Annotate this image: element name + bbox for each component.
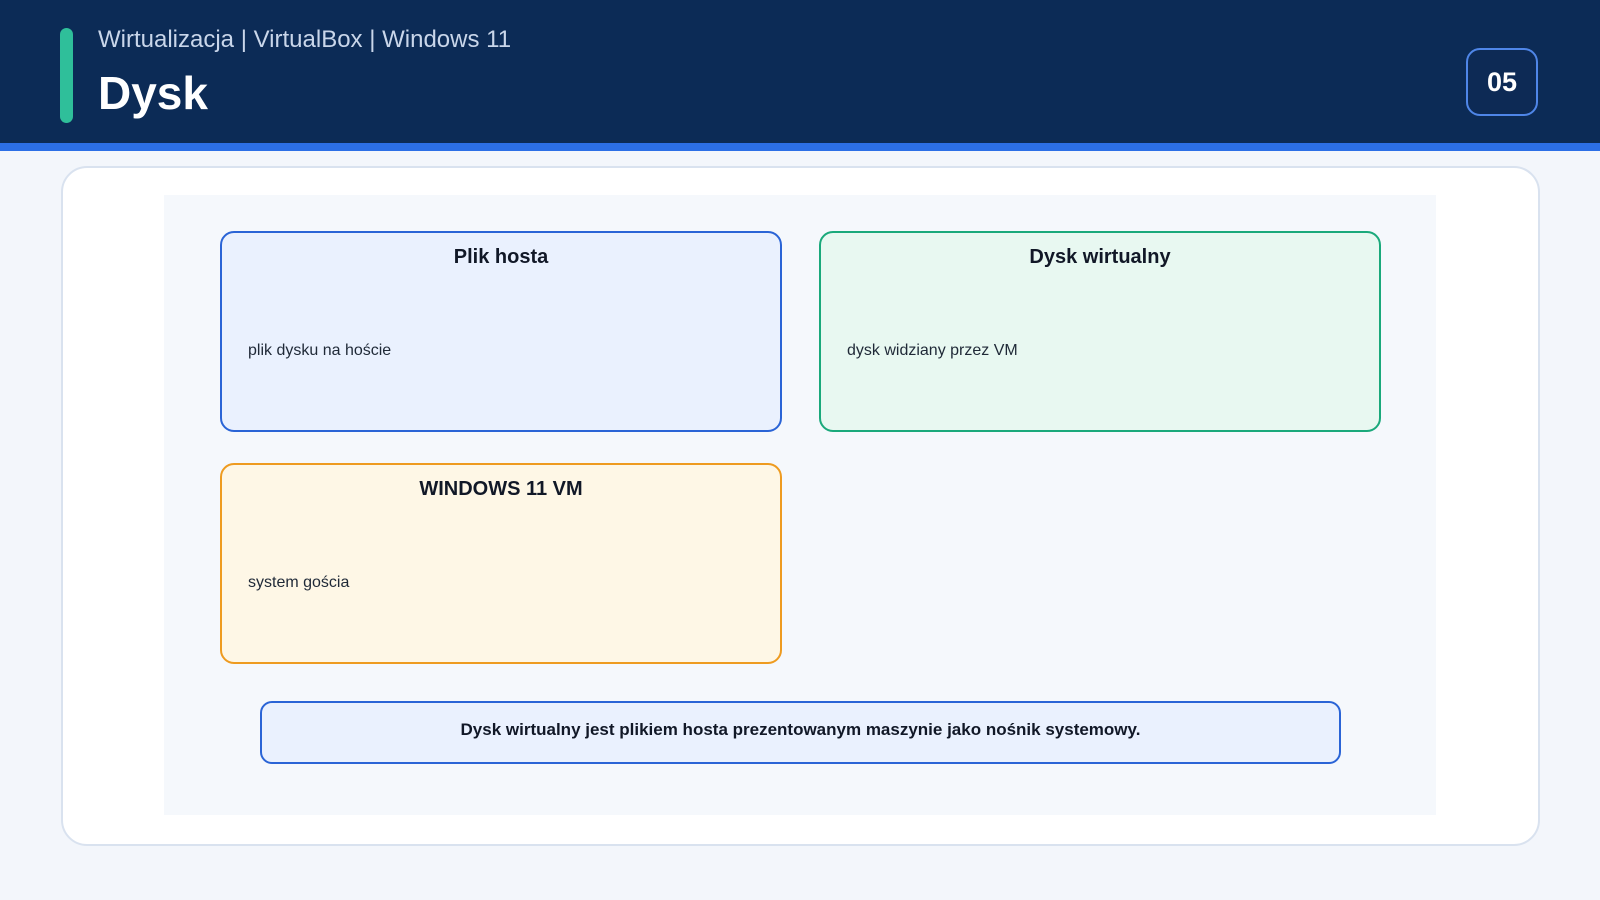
- card-virtual-disk: Dysk wirtualny dysk widziany przez VM: [819, 231, 1381, 432]
- page-title: Dysk: [98, 67, 208, 119]
- summary-box: Dysk wirtualny jest plikiem hosta prezen…: [260, 701, 1341, 764]
- card-description: plik dysku na hoście: [248, 342, 392, 359]
- header-underline: [0, 143, 1600, 151]
- accent-bar: [60, 28, 73, 123]
- card-description: dysk widziany przez VM: [847, 342, 1018, 359]
- header-bar: [0, 0, 1600, 143]
- card-title: WINDOWS 11 VM: [419, 478, 583, 500]
- card-host-file: Plik hosta plik dysku na hoście: [220, 231, 782, 432]
- card-title: Plik hosta: [453, 246, 549, 268]
- summary-text: Dysk wirtualny jest plikiem hosta prezen…: [460, 720, 1141, 739]
- card-title: Dysk wirtualny: [1029, 246, 1171, 268]
- card-description: system gościa: [248, 574, 350, 591]
- slide-number-badge: 05: [1466, 48, 1538, 116]
- card-windows-vm: WINDOWS 11 VM system gościa: [220, 463, 782, 664]
- breadcrumb-subtitle: Wirtualizacja | VirtualBox | Windows 11: [98, 26, 512, 53]
